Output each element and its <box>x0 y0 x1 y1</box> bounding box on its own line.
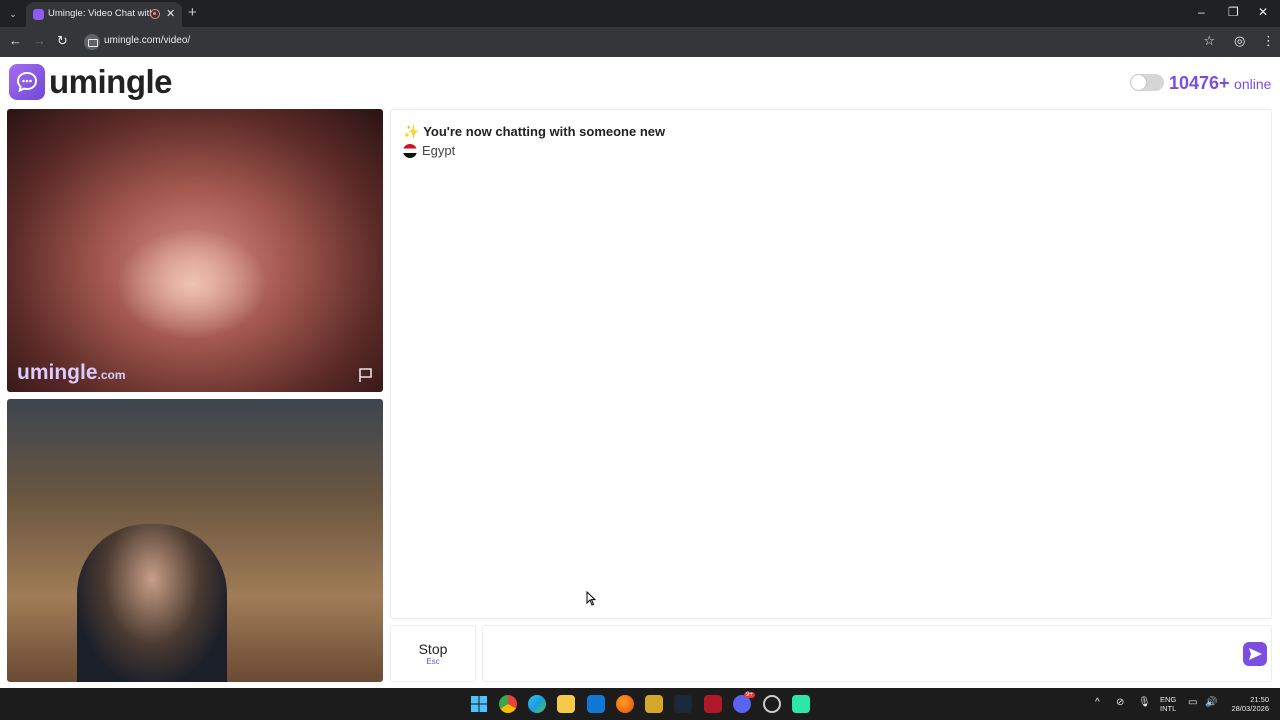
page: umingle 10476+ online umingle.com ✨ You'r… <box>0 57 1280 688</box>
self-video <box>7 399 383 682</box>
self-person <box>77 524 227 682</box>
sparkles-icon: ✨ <box>403 124 420 139</box>
watermark-domain: .com <box>97 368 126 382</box>
browser-tab-strip: ⌄ Umingle: Video Chat with S ✕ + – ❐ ✕ <box>0 0 1280 27</box>
site-logo[interactable]: umingle <box>9 63 173 101</box>
stop-label: Stop <box>418 641 448 657</box>
adobe-acrobat-icon[interactable] <box>704 695 722 713</box>
display-icon[interactable]: ▭ <box>1188 697 1197 708</box>
umingle-favicon <box>33 9 44 20</box>
toggle-knob <box>1131 75 1146 90</box>
microphone-icon[interactable]: 🎙 <box>1138 697 1151 708</box>
system-message-text: You're now chatting with someone new <box>423 124 666 139</box>
app-icon[interactable] <box>792 695 810 713</box>
stop-shortcut-hint: Esc <box>426 657 440 666</box>
site-info-icon[interactable] <box>84 34 100 50</box>
message-box[interactable] <box>482 625 1272 682</box>
firefox-icon[interactable] <box>616 695 634 713</box>
send-arrow-icon <box>1249 648 1262 660</box>
minimize-icon[interactable]: – <box>1198 5 1205 19</box>
stranger-face <box>117 229 267 339</box>
close-tab-icon[interactable]: ✕ <box>166 7 175 20</box>
steam-icon[interactable] <box>674 695 692 713</box>
file-explorer-icon[interactable] <box>557 695 575 713</box>
online-count: 10476+ <box>1169 73 1230 93</box>
theme-toggle[interactable] <box>1130 74 1164 91</box>
tab-title: Umingle: Video Chat with S <box>48 8 152 19</box>
restore-icon[interactable]: ❐ <box>1228 5 1239 19</box>
outlook-icon[interactable] <box>587 695 605 713</box>
chat-panel: ✨ You're now chatting with someone new Eg… <box>390 109 1272 619</box>
chat-bubble-logo-icon <box>9 64 45 100</box>
lang-line2: INTL <box>1160 704 1177 713</box>
egypt-flag-icon <box>403 143 417 158</box>
browser-toolbar: ← → ↻ umingle.com/video/ ☆ ◎ ⋮ <box>0 27 1280 57</box>
windows-start-icon[interactable] <box>470 695 488 713</box>
forward-arrow-icon[interactable]: → <box>33 33 46 48</box>
online-label: online <box>1234 76 1272 92</box>
reload-icon[interactable]: ↻ <box>57 33 68 49</box>
clock-time: 21:50 <box>1250 695 1269 704</box>
notes-app-icon[interactable] <box>645 695 663 713</box>
windows-taskbar: 9+ ^ ⊘ 🎙 ENG INTL ▭ 🔊 21:50 28/03/2026 <box>0 688 1280 720</box>
back-arrow-icon[interactable]: ← <box>9 33 22 48</box>
clock-date: 28/03/2026 <box>1231 704 1269 713</box>
stranger-video: umingle.com <box>7 109 383 392</box>
stranger-country: Egypt <box>403 143 455 158</box>
input-language[interactable]: ENG INTL <box>1160 695 1176 713</box>
message-input[interactable] <box>491 638 1231 670</box>
browser-tab[interactable]: Umingle: Video Chat with S ✕ <box>26 2 182 27</box>
lang-line1: ENG <box>1160 695 1177 704</box>
address-bar[interactable]: umingle.com/video/ ☆ <box>80 30 1225 54</box>
browser-menu-icon[interactable]: ⋮ <box>1262 33 1275 49</box>
bookmark-star-icon[interactable]: ☆ <box>1203 33 1215 49</box>
recording-icon <box>150 9 160 19</box>
online-counter: 10476+ online <box>1169 73 1271 94</box>
new-tab-button[interactable]: + <box>188 4 197 21</box>
volume-icon[interactable]: 🔊 <box>1205 697 1217 708</box>
tab-search-icon[interactable]: ⌄ <box>5 6 21 22</box>
discord-badge: 9+ <box>744 692 755 698</box>
watermark-text: umingle <box>17 361 98 384</box>
network-off-icon[interactable]: ⊘ <box>1116 697 1124 708</box>
edge-icon[interactable] <box>528 695 546 713</box>
url-text[interactable]: umingle.com/video/ <box>104 35 190 46</box>
video-watermark: umingle.com <box>17 361 126 385</box>
obs-recording-icon[interactable] <box>763 695 781 713</box>
window-close-icon[interactable]: ✕ <box>1258 5 1268 19</box>
tray-overflow-icon[interactable]: ^ <box>1095 697 1100 708</box>
send-button[interactable] <box>1243 642 1267 666</box>
country-name: Egypt <box>422 143 456 158</box>
stop-button[interactable]: Stop Esc <box>390 625 476 682</box>
mouse-pointer-icon <box>586 590 597 611</box>
report-flag-icon[interactable] <box>357 367 375 383</box>
profile-icon[interactable]: ◎ <box>1234 33 1245 49</box>
system-message: ✨ You're now chatting with someone new <box>403 124 665 140</box>
logo-text: umingle <box>49 63 173 100</box>
system-clock[interactable]: 21:50 28/03/2026 <box>1225 695 1269 713</box>
chrome-icon[interactable] <box>499 695 517 713</box>
